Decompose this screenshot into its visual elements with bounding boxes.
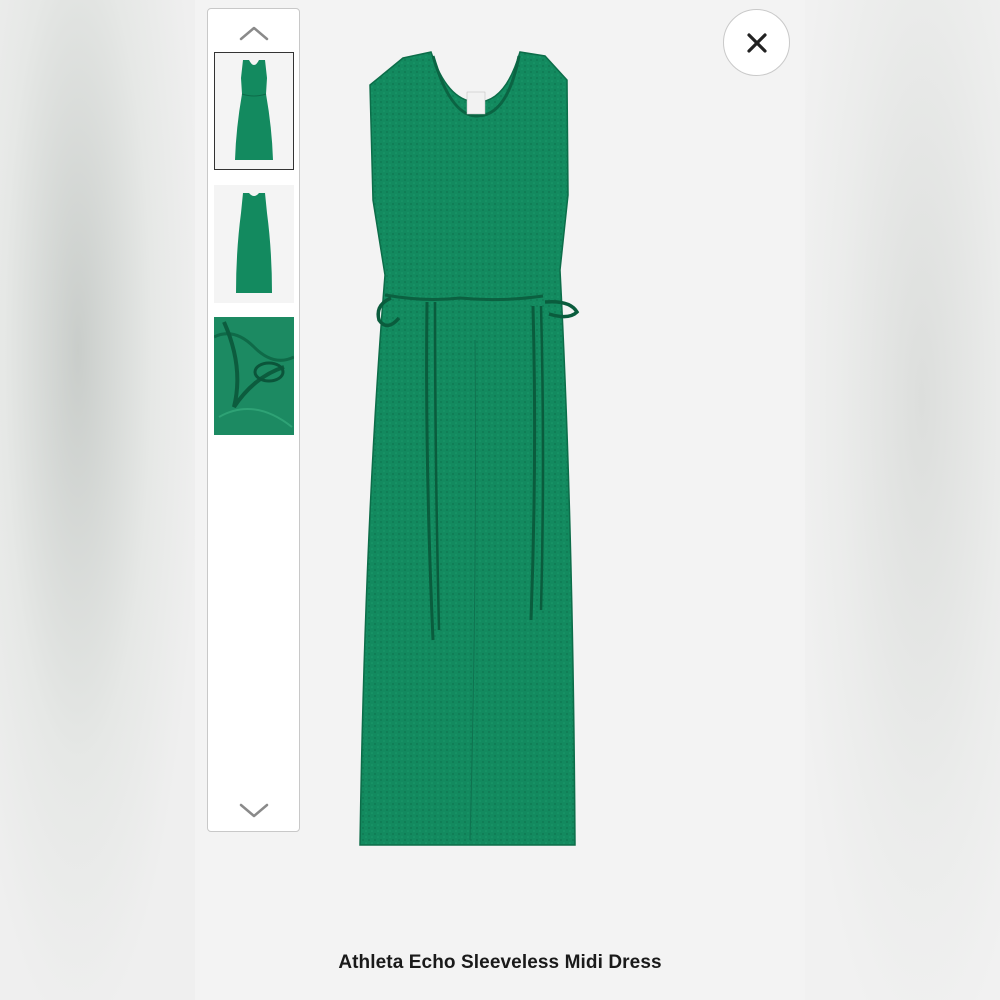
thumbnail-front-view[interactable] [214,52,294,170]
green-midi-dress-image [359,51,580,846]
main-product-image [355,40,645,860]
dress-thumbnail-image [235,60,273,160]
thumbnail-detail-view[interactable] [214,317,294,435]
product-title: Athleta Echo Sleeveless Midi Dress [338,952,662,973]
product-image-viewer: Athleta Echo Sleeveless Midi Dress [195,0,805,1000]
chevron-down-icon [239,803,268,818]
fabric-detail-thumbnail-image [214,317,294,435]
dress-back-thumbnail-image [236,193,272,293]
close-button[interactable] [723,9,790,76]
thumbnail-back-view[interactable] [214,185,294,303]
thumbnail-rail [207,8,300,832]
thumbnail-scroll-up-button[interactable] [208,15,299,51]
thumbnail-scroll-down-button[interactable] [208,793,299,829]
chevron-up-icon [239,26,268,41]
background-blur-right [805,0,1000,1000]
background-blur-left [0,0,195,1000]
close-icon [746,32,767,53]
